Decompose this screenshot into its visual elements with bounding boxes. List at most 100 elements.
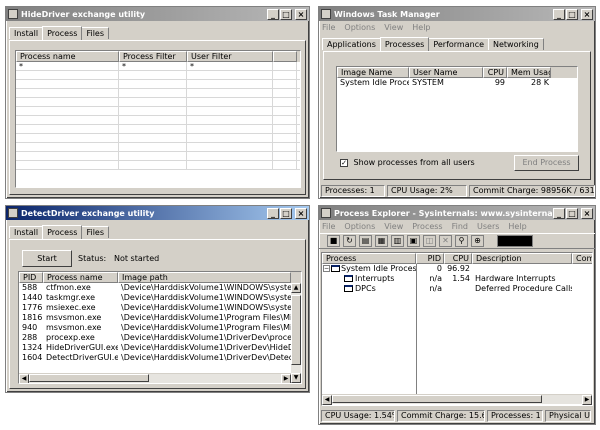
refresh-icon[interactable]: ↻ xyxy=(343,235,356,247)
column-header[interactable]: Image Name xyxy=(337,67,409,78)
table-cell[interactable]: * xyxy=(16,62,119,70)
end-process-button[interactable]: End Process xyxy=(514,155,579,171)
menu-options[interactable]: Options xyxy=(344,23,375,32)
maximize-button[interactable]: □ xyxy=(280,8,292,20)
column-header[interactable]: User Filter xyxy=(187,51,273,62)
menu-file[interactable]: File xyxy=(322,222,335,231)
table-cell[interactable]: * xyxy=(119,62,187,70)
kill-process-icon[interactable]: ✕ xyxy=(439,235,452,247)
close-button[interactable]: × xyxy=(295,8,307,20)
column-header[interactable]: Process xyxy=(322,253,416,264)
show-all-users-label[interactable]: Show processes from all users xyxy=(354,158,475,167)
table-cell: 1324 xyxy=(22,343,43,352)
table-row[interactable]: 1604DetectDriverGUI.exe\Device\HarddiskV… xyxy=(19,353,301,363)
column-header[interactable]: Process Filter xyxy=(119,51,187,62)
scroll-left-icon[interactable]: ◀ xyxy=(322,395,332,405)
close-button[interactable]: × xyxy=(581,8,593,20)
system-info-icon[interactable]: ▤ xyxy=(359,235,372,247)
table-row[interactable]: 1776 msiexec.exe \Device\HarddiskVolume1\W… xyxy=(19,303,301,313)
table-row[interactable]: * * * xyxy=(16,62,300,71)
save-icon[interactable]: ■ xyxy=(327,235,340,247)
dll-view-icon[interactable]: ▣ xyxy=(407,235,420,247)
menu-find[interactable]: Find xyxy=(452,222,468,231)
table-row[interactable]: 588 ctfmon.exe \Device\HarddiskVolume1\WIN… xyxy=(19,283,301,293)
scroll-up-icon[interactable]: ▲ xyxy=(291,283,301,293)
column-header[interactable]: Mem Usage xyxy=(507,67,551,78)
scroll-right-icon[interactable]: ▶ xyxy=(281,374,291,383)
table-row[interactable]: 1324 HideDriverGUI.exe \Device\HarddiskVol… xyxy=(19,343,301,353)
hide-driver-titlebar[interactable]: HideDriver exchange utility _ □ × xyxy=(6,7,309,21)
scroll-thumb[interactable] xyxy=(29,374,149,382)
table-row[interactable]: 940 msvsmon.exe \Device\HarddiskVolume1\Pr… xyxy=(19,323,301,333)
column-header[interactable]: CPU xyxy=(483,67,507,78)
table-row[interactable]: 288 procexp.exe \Device\HarddiskVolume1\Dr… xyxy=(19,333,301,343)
target-icon[interactable]: ⊕ xyxy=(471,235,484,247)
show-all-users-row[interactable]: ✓ Show processes from all users xyxy=(340,158,475,167)
menu-view[interactable]: View xyxy=(384,222,403,231)
tab-performance[interactable]: Performance xyxy=(428,38,490,50)
table-row[interactable]: System Idle Process SYSTEM 99 28 K xyxy=(337,78,577,88)
table-header: Process PID CPU Description Com xyxy=(322,253,592,264)
vertical-scrollbar[interactable]: ▲ ▼ xyxy=(291,283,301,383)
column-header[interactable]: PID xyxy=(416,253,444,264)
tab-files[interactable]: Files xyxy=(81,27,110,39)
table-row[interactable]: 1816 msvsmon.exe \Device\HarddiskVolume1\P… xyxy=(19,313,301,323)
menu-options[interactable]: Options xyxy=(344,222,375,231)
tab-process[interactable]: Process xyxy=(42,26,83,40)
tab-process[interactable]: Process xyxy=(42,225,83,239)
column-header[interactable]: User Name xyxy=(409,67,483,78)
tab-files[interactable]: Files xyxy=(81,226,110,238)
maximize-button[interactable]: □ xyxy=(280,207,292,219)
table-row[interactable]: 1440 taskmgr.exe \Device\HarddiskVolume1\W… xyxy=(19,293,301,303)
menu-process[interactable]: Process xyxy=(412,222,442,231)
lower-pane-icon[interactable]: ▥ xyxy=(391,235,404,247)
scroll-right-icon[interactable]: ▶ xyxy=(582,395,592,405)
detect-driver-titlebar[interactable]: DetectDriver exchange utility _ □ × xyxy=(6,206,309,220)
table-row[interactable]: DPCs n/a Deferred Procedure Calls xyxy=(322,284,592,294)
collapse-icon[interactable]: − xyxy=(323,265,330,272)
menu-file[interactable]: File xyxy=(322,23,335,32)
tab-install[interactable]: Install xyxy=(9,226,44,238)
scroll-left-icon[interactable]: ◀ xyxy=(19,374,29,383)
menu-help[interactable]: Help xyxy=(412,23,430,32)
tab-install[interactable]: Install xyxy=(9,27,44,39)
table-cell[interactable]: * xyxy=(187,62,273,70)
maximize-button[interactable]: □ xyxy=(566,8,578,20)
menu-view[interactable]: View xyxy=(384,23,403,32)
scroll-thumb[interactable] xyxy=(291,295,301,365)
properties-icon[interactable]: ◫ xyxy=(423,235,436,247)
task-manager-titlebar[interactable]: Windows Task Manager _ □ × xyxy=(319,7,595,21)
menu-users[interactable]: Users xyxy=(477,222,499,231)
process-name: Interrupts xyxy=(355,274,395,283)
column-header[interactable]: Process name xyxy=(16,51,119,62)
minimize-button[interactable]: _ xyxy=(267,207,279,219)
column-header[interactable]: Image path xyxy=(118,272,291,283)
table-header: Image Name User Name CPU Mem Usage xyxy=(337,67,577,78)
column-header[interactable]: PID xyxy=(19,272,43,283)
find-icon[interactable]: ⚲ xyxy=(455,235,468,247)
column-header[interactable]: Description xyxy=(472,253,572,264)
column-header[interactable]: Process name xyxy=(43,272,118,283)
close-button[interactable]: × xyxy=(295,207,307,219)
table-row[interactable]: Interrupts n/a 1.54 Hardware Interrupts xyxy=(322,274,592,284)
minimize-button[interactable]: _ xyxy=(553,8,565,20)
tab-processes[interactable]: Processes xyxy=(379,37,430,51)
table-row[interactable]: − System Idle Process 0 96.92 xyxy=(322,264,592,274)
column-header[interactable]: CPU xyxy=(444,253,472,264)
minimize-button[interactable]: _ xyxy=(553,207,565,219)
tab-applications[interactable]: Applications xyxy=(322,38,381,50)
horizontal-scrollbar[interactable]: ◀ ▶ xyxy=(322,394,592,405)
process-explorer-titlebar[interactable]: Process Explorer - Sysinternals: www.sys… xyxy=(319,206,595,220)
tab-networking[interactable]: Networking xyxy=(488,38,544,50)
maximize-button[interactable]: □ xyxy=(566,207,578,219)
menu-help[interactable]: Help xyxy=(508,222,526,231)
scroll-down-icon[interactable]: ▼ xyxy=(291,373,301,383)
scroll-thumb[interactable] xyxy=(332,395,542,403)
show-tree-icon[interactable]: ▦ xyxy=(375,235,388,247)
start-button[interactable]: Start xyxy=(22,250,72,267)
column-header[interactable]: Com xyxy=(572,253,592,264)
horizontal-scrollbar[interactable]: ◀ ▶ xyxy=(19,373,291,383)
show-all-users-checkbox[interactable]: ✓ xyxy=(340,158,348,167)
minimize-button[interactable]: _ xyxy=(267,8,279,20)
close-button[interactable]: × xyxy=(581,207,593,219)
